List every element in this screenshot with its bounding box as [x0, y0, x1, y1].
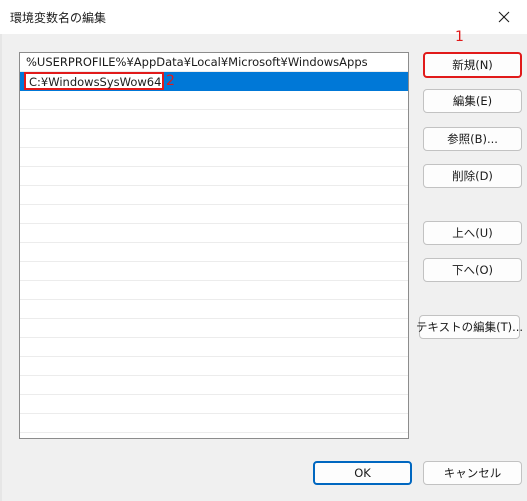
new-button[interactable]: 新規(N): [423, 52, 522, 78]
list-item[interactable]: [20, 148, 408, 167]
list-item[interactable]: [20, 357, 408, 376]
window-edge: [0, 34, 2, 501]
edit-text-button[interactable]: テキストの編集(T)...: [416, 315, 523, 339]
list-item[interactable]: [20, 281, 408, 300]
path-list[interactable]: %USERPROFILE%¥AppData¥Local¥Microsoft¥Wi…: [19, 52, 409, 439]
ok-button[interactable]: OK: [313, 461, 412, 485]
list-item[interactable]: [20, 376, 408, 395]
list-item[interactable]: [20, 167, 408, 186]
list-item[interactable]: [20, 243, 408, 262]
list-item[interactable]: [20, 91, 408, 110]
close-icon: [498, 11, 510, 23]
list-item-text: %USERPROFILE%¥AppData¥Local¥Microsoft¥Wi…: [26, 55, 368, 69]
delete-button[interactable]: 削除(D): [423, 164, 522, 188]
annotation-1: 1: [455, 29, 464, 45]
list-item[interactable]: [20, 205, 408, 224]
move-down-button[interactable]: 下へ(O): [423, 258, 522, 282]
browse-button[interactable]: 参照(B)...: [423, 127, 522, 151]
list-item[interactable]: %USERPROFILE%¥AppData¥Local¥Microsoft¥Wi…: [20, 53, 408, 72]
list-item[interactable]: [20, 319, 408, 338]
list-item[interactable]: [20, 338, 408, 357]
close-button[interactable]: [481, 0, 527, 34]
edit-button[interactable]: 編集(E): [423, 89, 522, 113]
list-item[interactable]: [20, 224, 408, 243]
window-title: 環境変数名の編集: [10, 11, 107, 25]
title-bar: 環境変数名の編集: [0, 0, 527, 34]
list-item[interactable]: [20, 186, 408, 205]
list-item[interactable]: [20, 395, 408, 414]
list-item[interactable]: [20, 110, 408, 129]
list-item[interactable]: [20, 129, 408, 148]
list-item[interactable]: [20, 262, 408, 281]
list-item-edit-text: C:¥WindowsSysWow64: [29, 75, 162, 89]
cancel-button[interactable]: キャンセル: [423, 461, 522, 485]
move-up-button[interactable]: 上へ(U): [423, 221, 522, 245]
list-item-edit-box[interactable]: C:¥WindowsSysWow64: [24, 72, 164, 90]
annotation-2: 2: [166, 73, 175, 89]
list-item[interactable]: [20, 414, 408, 433]
list-item[interactable]: [20, 300, 408, 319]
